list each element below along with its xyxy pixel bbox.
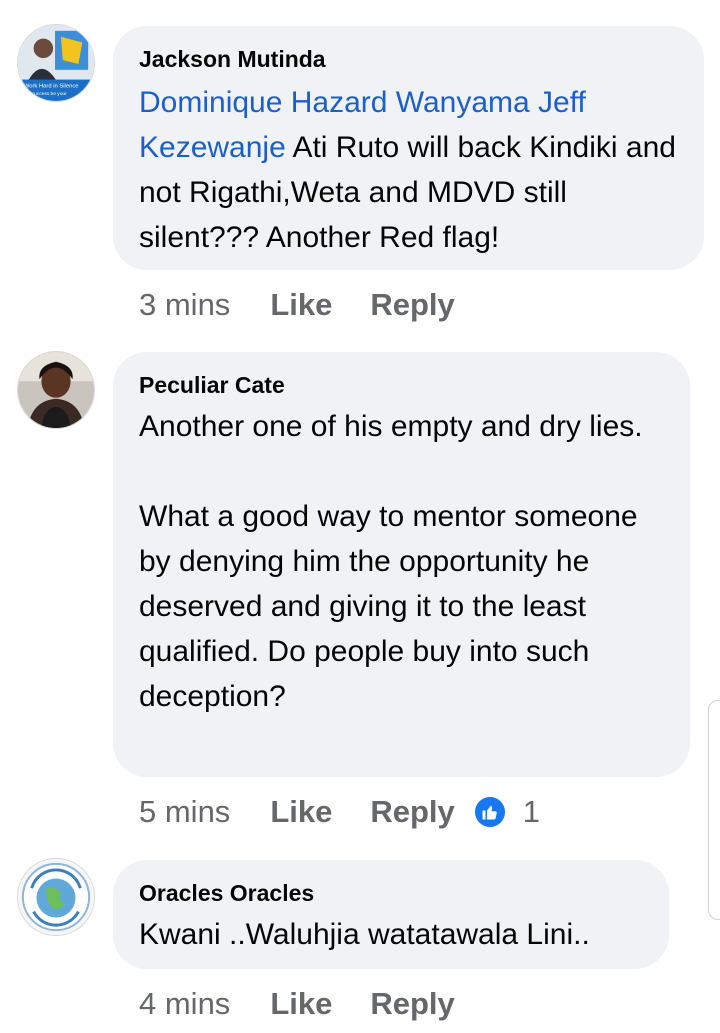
comment-actions: 5 mins Like Reply 1 — [139, 792, 540, 832]
side-scroll-handle[interactable] — [708, 700, 720, 920]
comment-actions: 4 mins Like Reply — [139, 984, 455, 1024]
like-button[interactable]: Like — [270, 287, 332, 323]
avatar[interactable]: Work Hard in Silence success be your — [17, 24, 95, 102]
reaction-summary[interactable]: 1 — [474, 794, 541, 830]
comment-text: Kwani ..Waluhjia watatawala Lini.. — [139, 918, 590, 951]
reply-button[interactable]: Reply — [370, 986, 454, 1022]
comment-bubble: Jackson Mutinda Dominique Hazard Wanyama… — [113, 26, 704, 270]
avatar[interactable] — [17, 858, 95, 936]
avatar-image — [18, 859, 94, 935]
comment-text: Another one of his empty and dry lies. W… — [139, 410, 643, 713]
thumbs-up-icon — [474, 797, 505, 827]
reaction-count: 1 — [522, 794, 541, 829]
reply-button[interactable]: Reply — [370, 287, 454, 323]
comment-text: Dominique Hazard Wanyama Jeff Kezewanje … — [139, 80, 678, 260]
avatar[interactable] — [17, 351, 95, 429]
avatar-image: Work Hard in Silence success be your — [18, 25, 94, 101]
comment-author[interactable]: Oracles Oracles — [139, 878, 643, 908]
comment-timestamp[interactable]: 4 mins — [139, 986, 230, 1022]
comment-bubble: Peculiar Cate Another one of his empty a… — [113, 352, 690, 777]
svg-text:success be your: success be your — [32, 91, 67, 97]
comment-author[interactable]: Peculiar Cate — [139, 370, 664, 400]
like-button[interactable]: Like — [270, 986, 332, 1022]
comment-timestamp[interactable]: 3 mins — [139, 287, 230, 323]
svg-text:Work Hard in Silence: Work Hard in Silence — [24, 83, 79, 89]
comment-bubble: Oracles Oracles Kwani ..Waluhjia watataw… — [113, 860, 669, 969]
like-button[interactable]: Like — [270, 794, 332, 830]
comment-timestamp[interactable]: 5 mins — [139, 794, 230, 830]
avatar-image — [18, 352, 94, 428]
comment-author[interactable]: Jackson Mutinda — [139, 44, 678, 74]
reply-button[interactable]: Reply — [370, 794, 454, 830]
comment-actions: 3 mins Like Reply — [139, 285, 455, 325]
